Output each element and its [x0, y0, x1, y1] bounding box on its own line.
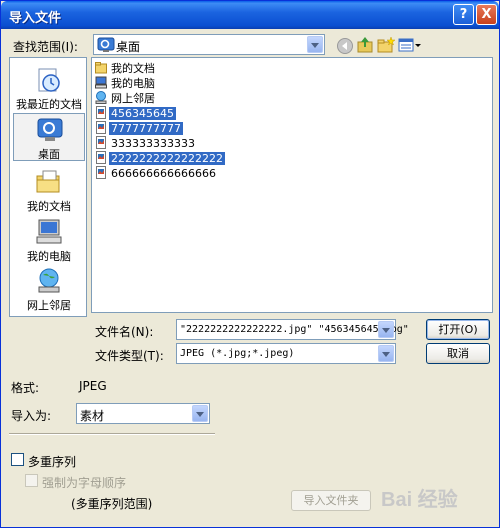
alpha-order-label: 强制为字母顺序 [42, 476, 127, 490]
chevron-down-icon[interactable] [307, 36, 323, 53]
computer-icon [95, 76, 107, 89]
baidu-watermark: Bai 经验 [381, 487, 458, 511]
view-menu-icon[interactable] [398, 37, 422, 55]
network-places-icon [38, 268, 60, 293]
chevron-down-icon[interactable] [378, 345, 394, 362]
place-network[interactable]: 网上邻居 [13, 265, 85, 313]
divider [9, 433, 215, 435]
format-value: JPEG [79, 379, 107, 393]
list-item[interactable]: 7777777777 [95, 121, 183, 136]
import-file-dialog: 导入文件 ? X 查找范围(I): 桌面 我最近的文档 桌面 我的文档 我的电脑… [0, 0, 500, 528]
sequence-range-label: (多重序列范围) [71, 497, 153, 511]
my-computer-icon [36, 219, 62, 244]
help-button[interactable]: ? [453, 4, 474, 25]
list-item[interactable]: 333333333333 [95, 136, 197, 151]
image-file-icon [96, 121, 106, 134]
filename-input[interactable]: "2222222222222222.jpg" "456345645.jpg" [176, 319, 409, 340]
place-my-documents[interactable]: 我的文档 [13, 166, 85, 214]
list-item[interactable]: 我的电脑 [95, 76, 157, 91]
back-icon[interactable] [336, 37, 354, 55]
desktop-icon [37, 118, 63, 141]
file-list[interactable]: 我的文档 我的电脑 网上邻居 456345645 7777777777 3333… [91, 57, 493, 313]
places-bar: 我最近的文档 桌面 我的文档 我的电脑 网上邻居 [9, 57, 87, 317]
filename-label: 文件名(N): [95, 325, 154, 339]
my-documents-icon [36, 170, 60, 193]
recent-documents-icon [38, 68, 60, 92]
list-item[interactable]: 2222222222222222 [95, 151, 225, 166]
chevron-down-icon[interactable] [192, 405, 208, 422]
list-item[interactable]: 我的文档 [95, 61, 157, 76]
image-file-icon [96, 136, 106, 149]
watermark-text: Bai 经验 [381, 487, 458, 511]
place-recent-documents[interactable]: 我最近的文档 [13, 64, 85, 112]
filetype-value: JPEG (*.jpg;*.jpeg) [180, 348, 295, 359]
desktop-small-icon [97, 37, 115, 52]
list-item[interactable]: 666666666666666 [95, 166, 218, 181]
multi-sequence-label: 多重序列 [28, 455, 77, 469]
place-label-my-documents: 我的文档 [27, 200, 71, 213]
window-title: 导入文件 [9, 11, 62, 26]
format-label: 格式: [11, 381, 40, 395]
place-label-my-computer: 我的电脑 [27, 250, 71, 263]
up-folder-icon[interactable] [356, 36, 374, 54]
filetype-label: 文件类型(T): [95, 349, 164, 363]
lookin-value: 桌面 [116, 40, 141, 54]
alpha-order-checkbox[interactable] [25, 474, 38, 487]
import-as-label: 导入为: [11, 409, 52, 423]
import-folder-button[interactable]: 导入文件夹 [291, 490, 371, 511]
image-file-icon [96, 166, 106, 179]
close-button[interactable]: X [476, 4, 497, 25]
filename-value: "2222222222222222.jpg" "456345645.jpg" [180, 324, 409, 335]
place-label-network: 网上邻居 [27, 299, 71, 312]
filetype-select[interactable]: JPEG (*.jpg;*.jpeg) [176, 343, 396, 364]
lookin-label: 查找范围(I): [13, 40, 78, 54]
image-file-icon [96, 106, 106, 119]
chevron-down-icon[interactable] [378, 321, 394, 338]
list-item[interactable]: 456345645 [95, 106, 176, 121]
multi-sequence-checkbox[interactable] [11, 453, 24, 466]
network-icon [95, 91, 107, 104]
cancel-button[interactable]: 取消 [426, 343, 490, 364]
import-as-select[interactable]: 素材 [76, 403, 210, 424]
place-desktop[interactable]: 桌面 [13, 113, 85, 161]
place-label-recent: 我最近的文档 [16, 98, 82, 111]
list-item[interactable]: 网上邻居 [95, 91, 157, 106]
folder-icon [95, 62, 107, 74]
open-button[interactable]: 打开(O) [426, 319, 490, 340]
image-file-icon [96, 151, 106, 164]
title-bar[interactable]: 导入文件 ? X [1, 1, 499, 29]
lookin-select[interactable]: 桌面 [93, 34, 325, 55]
place-my-computer[interactable]: 我的电脑 [13, 216, 85, 264]
place-label-desktop: 桌面 [38, 148, 60, 161]
new-folder-icon[interactable] [377, 36, 395, 54]
import-as-value: 素材 [80, 409, 105, 423]
